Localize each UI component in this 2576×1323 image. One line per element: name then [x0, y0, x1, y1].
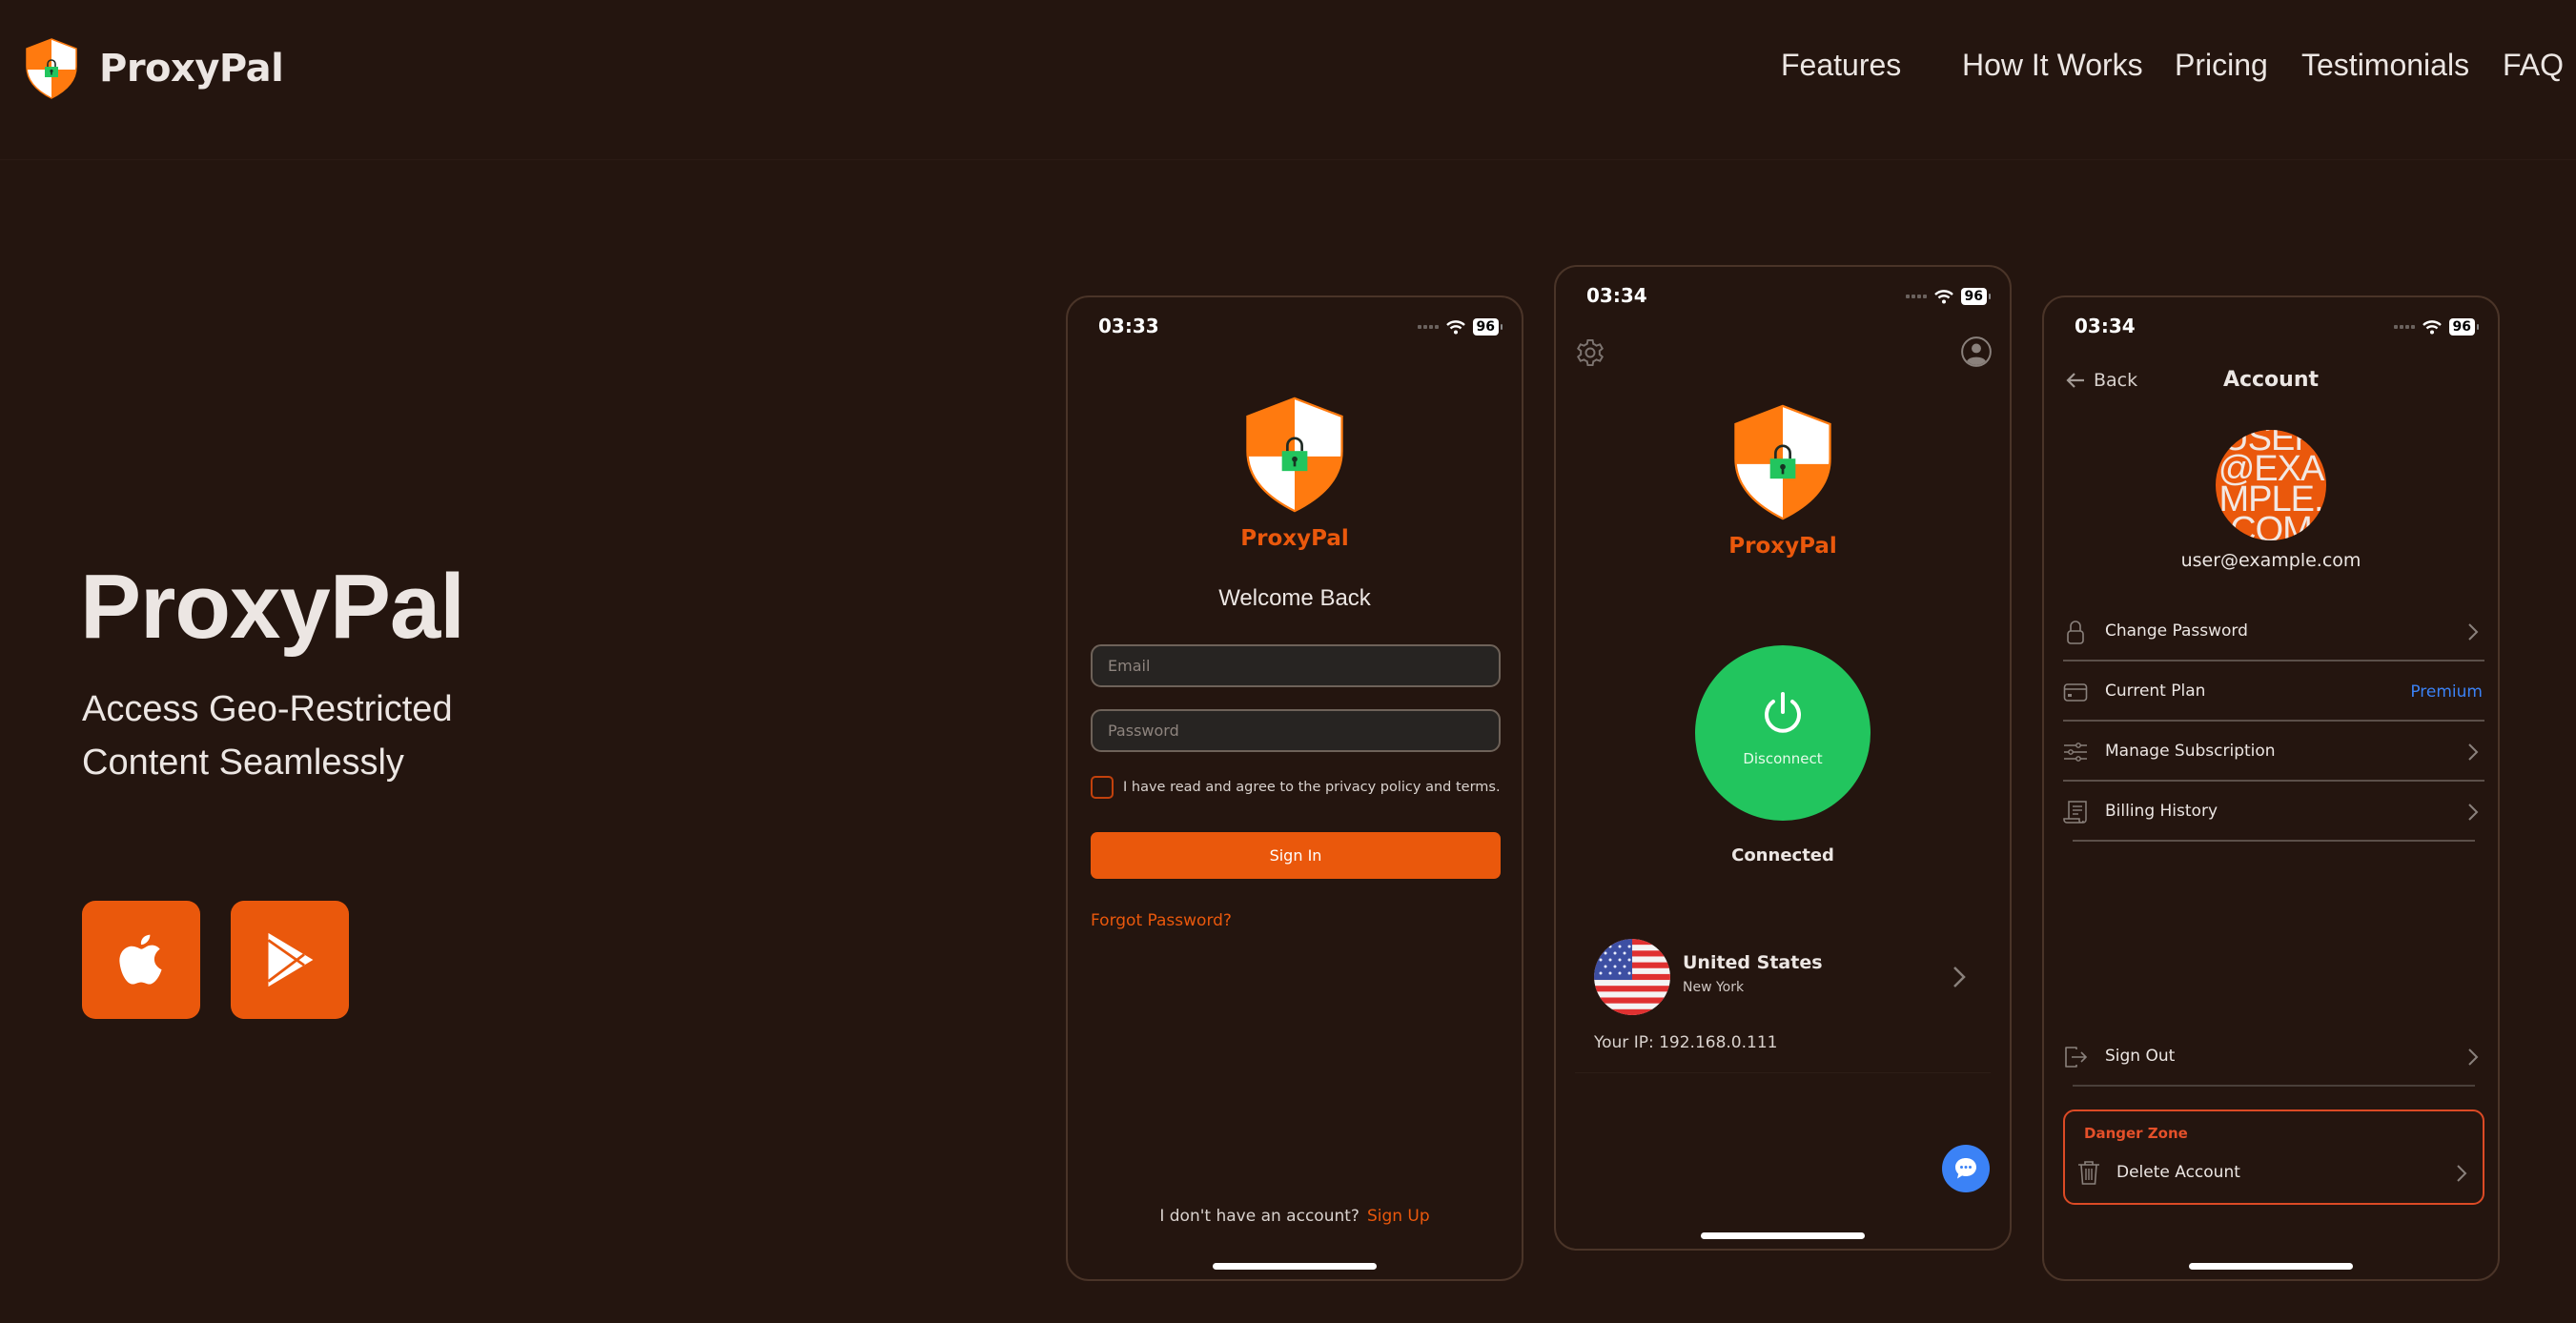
sign-out-button[interactable]: Sign Out [2063, 1028, 2484, 1087]
credit-card-icon [2063, 683, 2088, 702]
hero-subtitle: Access Geo-Restricted Content Seamlessly [82, 689, 453, 783]
account-phone-mockup: 03:34 96 Back Account USER@EXAMPLE.COM u… [2042, 295, 2500, 1281]
login-phone-mockup: 03:33 96 ProxyPal Welcome Back I have re… [1066, 295, 1523, 1281]
status-bar: 03:34 96 [1556, 284, 2010, 313]
menu-current-plan[interactable]: Current Plan Premium [2063, 662, 2484, 722]
status-time: 03:33 [1098, 315, 1159, 337]
terms-agreement: I have read and agree to the privacy pol… [1091, 776, 1501, 799]
chevron-right-icon [2468, 1048, 2479, 1066]
menu-label: Current Plan [2105, 682, 2206, 701]
password-field[interactable] [1091, 709, 1501, 752]
disconnect-power-button[interactable]: Disconnect [1695, 645, 1871, 821]
signup-prompt: I don't have an account? Sign Up [1068, 1207, 1522, 1226]
divider [2063, 780, 2484, 782]
app-store-button[interactable] [82, 901, 200, 1019]
nav-faq[interactable]: FAQ [2503, 48, 2564, 83]
welcome-heading: Welcome Back [1218, 585, 1371, 611]
divider [2073, 1085, 2475, 1087]
profile-icon[interactable] [1960, 336, 1993, 368]
cellular-signal-icon [1905, 295, 1927, 298]
battery-indicator: 96 [2448, 318, 2480, 336]
divider [2063, 720, 2484, 722]
google-play-button[interactable] [231, 901, 349, 1019]
divider [1575, 1072, 1991, 1073]
terms-label: I have read and agree to the privacy pol… [1123, 780, 1501, 795]
nav-how-it-works[interactable]: How It Works [1962, 48, 2143, 83]
forgot-password-link[interactable]: Forgot Password? [1091, 911, 1232, 930]
delete-account-label: Delete Account [2116, 1163, 2240, 1182]
wifi-icon [1933, 290, 1953, 304]
menu-manage-subscription[interactable]: Manage Subscription [2063, 723, 2484, 782]
chevron-right-icon [2468, 623, 2479, 641]
chevron-right-icon [2457, 1165, 2467, 1182]
menu-label: Billing History [2105, 802, 2218, 821]
nav-pricing[interactable]: Pricing [2175, 48, 2268, 83]
danger-zone: Danger Zone Delete Account [2063, 1109, 2484, 1205]
app-name: ProxyPal [1728, 534, 1837, 559]
hero-title: ProxyPal [80, 556, 465, 658]
site-header: ProxyPal Features How It Works Pricing T… [0, 0, 2576, 160]
sign-out-icon [2065, 1047, 2088, 1068]
power-button-label: Disconnect [1743, 750, 1823, 767]
terms-checkbox[interactable] [1091, 776, 1114, 799]
divider [2063, 660, 2484, 662]
nav-features[interactable]: Features [1781, 48, 1901, 83]
chevron-right-icon [2468, 743, 2479, 761]
no-account-text: I don't have an account? [1159, 1207, 1360, 1226]
menu-label: Change Password [2105, 621, 2248, 641]
status-time: 03:34 [2075, 315, 2136, 337]
divider [2073, 840, 2475, 842]
lock-icon [2067, 621, 2084, 644]
receipt-icon [2063, 801, 2087, 824]
support-chat-button[interactable] [1942, 1145, 1990, 1192]
plan-badge: Premium [2410, 682, 2483, 702]
email-field[interactable] [1091, 644, 1501, 687]
sign-in-button[interactable]: Sign In [1091, 832, 1501, 879]
avatar-text: USER@EXAMPLE.COM [2218, 430, 2325, 540]
app-name: ProxyPal [1240, 526, 1349, 551]
shield-logo-icon [1734, 404, 1831, 520]
wifi-icon [1445, 320, 1465, 335]
menu-billing-history[interactable]: Billing History [2063, 783, 2484, 842]
delete-account-button[interactable]: Delete Account [2075, 1155, 2473, 1193]
home-indicator [1213, 1263, 1377, 1270]
sign-out-label: Sign Out [2105, 1047, 2176, 1066]
battery-indicator: 96 [1960, 288, 1992, 305]
menu-change-password[interactable]: Change Password [2063, 602, 2484, 662]
status-bar: 03:34 96 [2044, 315, 2498, 343]
chevron-right-icon [2468, 804, 2479, 821]
wifi-icon [2422, 320, 2442, 335]
settings-gear-icon[interactable] [1573, 336, 1607, 370]
cellular-signal-icon [1417, 325, 1439, 329]
cellular-signal-icon [2393, 325, 2415, 329]
apple-icon [119, 934, 162, 985]
menu-label: Manage Subscription [2105, 742, 2276, 761]
chat-bubble-icon [1955, 1158, 1976, 1179]
us-flag-icon [1594, 939, 1670, 1015]
danger-zone-title: Danger Zone [2084, 1125, 2188, 1142]
home-phone-mockup: 03:34 96 ProxyPal Disconnect Connected U… [1554, 265, 2012, 1251]
chevron-right-icon [1953, 967, 1966, 987]
nav-testimonials[interactable]: Testimonials [2301, 48, 2469, 83]
status-time: 03:34 [1586, 284, 1647, 307]
sliders-icon [2064, 743, 2087, 762]
home-indicator [1701, 1232, 1865, 1239]
location-selector[interactable]: United States New York [1594, 939, 1975, 1017]
play-store-icon [267, 932, 314, 987]
avatar: USER@EXAMPLE.COM [2216, 430, 2326, 540]
shield-logo-icon [1246, 397, 1343, 513]
battery-indicator: 96 [1472, 318, 1503, 336]
home-indicator [2189, 1263, 2353, 1270]
connection-status: Connected [1731, 845, 1834, 865]
main-nav: Features How It Works Pricing Testimonia… [0, 48, 2576, 92]
status-bar: 03:33 96 [1068, 315, 1522, 343]
account-email: user@example.com [2180, 550, 2361, 571]
power-icon [1765, 692, 1801, 733]
location-country: United States [1683, 952, 1823, 973]
ip-address: Your IP: 192.168.0.111 [1594, 1033, 1778, 1052]
trash-icon [2078, 1161, 2099, 1185]
location-city: New York [1683, 980, 1745, 995]
page-title: Account [2222, 368, 2320, 392]
sign-up-link[interactable]: Sign Up [1367, 1207, 1430, 1226]
